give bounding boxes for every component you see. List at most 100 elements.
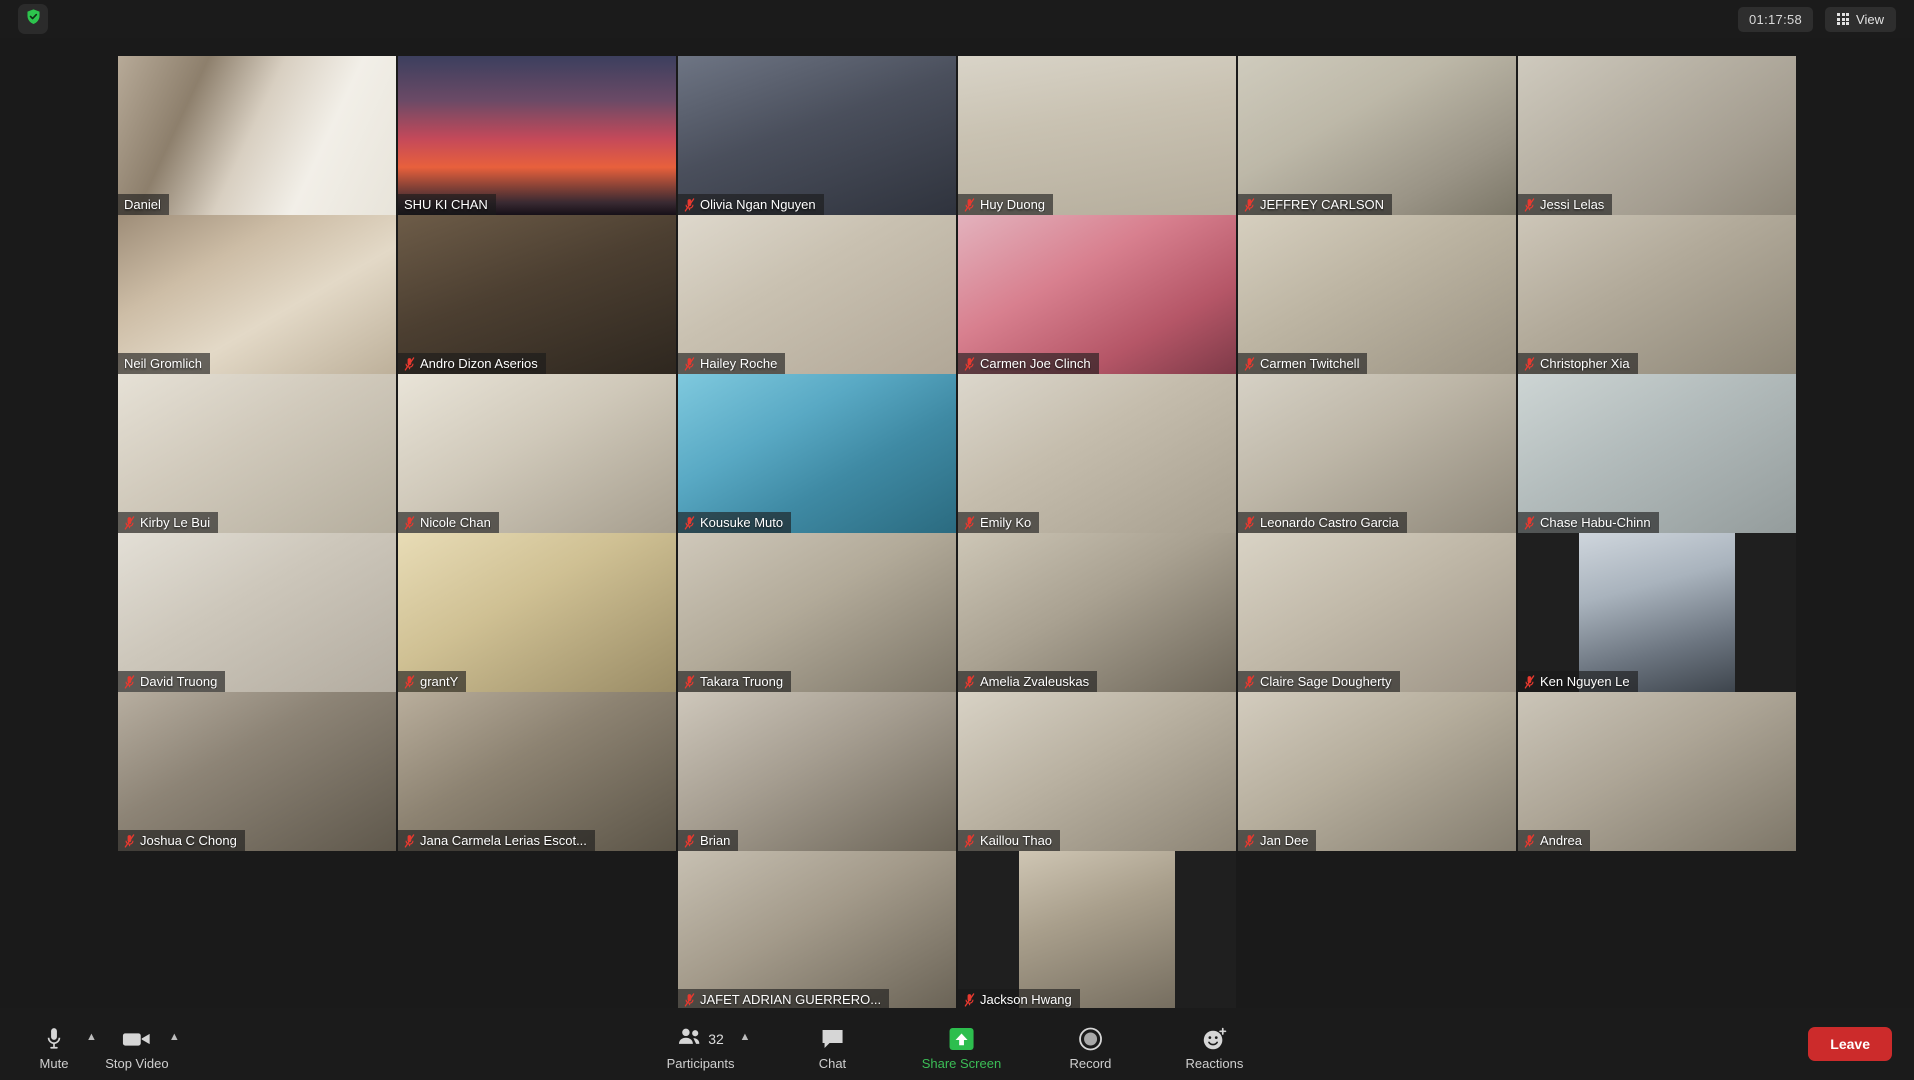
participant-video xyxy=(118,56,396,215)
participant-nameplate: Daniel xyxy=(118,194,169,215)
reactions-label: Reactions xyxy=(1185,1055,1244,1071)
participant-name: Kaillou Thao xyxy=(980,833,1053,848)
muted-microphone-icon xyxy=(1524,515,1535,530)
muted-microphone-icon xyxy=(964,674,975,689)
muted-microphone-icon xyxy=(684,833,695,848)
muted-microphone-icon xyxy=(964,992,975,1007)
participant-tile[interactable]: JAFET ADRIAN GUERRERO... xyxy=(678,851,956,1010)
participant-name: JEFFREY CARLSON xyxy=(1260,197,1385,212)
participant-tile[interactable]: Brian xyxy=(678,692,956,851)
participant-nameplate: Carmen Joe Clinch xyxy=(958,353,1099,374)
mute-label: Mute xyxy=(39,1055,69,1071)
participant-tile[interactable]: Joshua C Chong xyxy=(118,692,396,851)
participant-name: Jan Dee xyxy=(1260,833,1309,848)
meeting-toolbar: Mute ▲ Stop Video ▲ 32 Participants ▲ Ch… xyxy=(0,1008,1914,1080)
mute-button[interactable]: Mute xyxy=(18,1018,90,1071)
participant-tile[interactable]: Takara Truong xyxy=(678,533,956,692)
participant-tile[interactable]: Carmen Joe Clinch xyxy=(958,215,1236,374)
participant-tile[interactable]: Kaillou Thao xyxy=(958,692,1236,851)
participant-name: Kousuke Muto xyxy=(700,515,784,530)
participant-nameplate: Ken Nguyen Le xyxy=(1518,671,1638,692)
muted-microphone-icon xyxy=(1244,833,1255,848)
participant-tile[interactable]: Chase Habu-Chinn xyxy=(1518,374,1796,533)
stop-video-button[interactable]: Stop Video xyxy=(101,1018,173,1071)
participant-video xyxy=(118,215,396,374)
participant-name: Daniel xyxy=(124,197,161,212)
participant-name: Jessi Lelas xyxy=(1540,197,1605,212)
participant-tile[interactable]: Huy Duong xyxy=(958,56,1236,215)
participant-tile[interactable]: Hailey Roche xyxy=(678,215,956,374)
participant-video xyxy=(1579,533,1735,692)
participant-tile[interactable]: grantY xyxy=(398,533,676,692)
participant-video xyxy=(1518,374,1796,533)
tile-row: David Truong grantY Takara Truong Amelia Zv… xyxy=(0,533,1914,692)
participant-tile[interactable]: Jana Carmela Lerias Escot... xyxy=(398,692,676,851)
participant-tile[interactable]: Andro Dizon Aserios xyxy=(398,215,676,374)
participant-name: Takara Truong xyxy=(700,674,784,689)
participant-nameplate: Takara Truong xyxy=(678,671,792,692)
participants-options-chevron-icon[interactable]: ▲ xyxy=(740,1018,751,1043)
participant-nameplate: Kirby Le Bui xyxy=(118,512,219,533)
reactions-button[interactable]: Reactions xyxy=(1172,1018,1256,1071)
chat-button[interactable]: Chat xyxy=(796,1018,868,1071)
video-camera-icon xyxy=(122,1024,152,1054)
record-label: Record xyxy=(1069,1055,1112,1071)
participant-name: Joshua C Chong xyxy=(140,833,237,848)
muted-microphone-icon xyxy=(124,674,135,689)
participant-name: Kirby Le Bui xyxy=(140,515,211,530)
participant-nameplate: Jan Dee xyxy=(1238,830,1317,851)
share-screen-button[interactable]: Share Screen xyxy=(914,1018,1008,1071)
participant-tile[interactable]: Kousuke Muto xyxy=(678,374,956,533)
audio-options-chevron-icon[interactable]: ▲ xyxy=(86,1018,97,1043)
participant-tile[interactable]: Nicole Chan xyxy=(398,374,676,533)
participant-nameplate: Jessi Lelas xyxy=(1518,194,1613,215)
participant-tile[interactable]: David Truong xyxy=(118,533,396,692)
participant-name: Olivia Ngan Nguyen xyxy=(700,197,816,212)
participant-tile[interactable]: Christopher Xia xyxy=(1518,215,1796,374)
participant-tile[interactable]: Daniel xyxy=(118,56,396,215)
participant-tile[interactable]: Carmen Twitchell xyxy=(1238,215,1516,374)
participant-video xyxy=(1238,215,1516,374)
view-button-label: View xyxy=(1856,11,1884,27)
muted-microphone-icon xyxy=(1244,674,1255,689)
participant-tile[interactable]: JEFFREY CARLSON xyxy=(1238,56,1516,215)
participant-tile[interactable]: Jessi Lelas xyxy=(1518,56,1796,215)
view-button[interactable]: View xyxy=(1825,6,1896,32)
participant-video xyxy=(678,533,956,692)
participant-name: Emily Ko xyxy=(980,515,1032,530)
participant-tile[interactable]: Ken Nguyen Le xyxy=(1518,533,1796,692)
participant-tile[interactable]: Amelia Zvaleuskas xyxy=(958,533,1236,692)
participant-name: Amelia Zvaleuskas xyxy=(980,674,1090,689)
participant-name: Carmen Joe Clinch xyxy=(980,356,1091,371)
record-button[interactable]: Record xyxy=(1054,1018,1126,1071)
participant-video xyxy=(958,374,1236,533)
participant-nameplate: Jackson Hwang xyxy=(958,989,1080,1010)
participant-tile[interactable]: Neil Gromlich xyxy=(118,215,396,374)
participant-tile[interactable]: Olivia Ngan Nguyen xyxy=(678,56,956,215)
participants-button[interactable]: 32 Participants xyxy=(658,1018,744,1071)
participant-tile[interactable]: Kirby Le Bui xyxy=(118,374,396,533)
participant-nameplate: Leonardo Castro Garcia xyxy=(1238,512,1407,533)
participant-name: Hailey Roche xyxy=(700,356,778,371)
muted-microphone-icon xyxy=(684,197,695,212)
participant-tile[interactable]: Jan Dee xyxy=(1238,692,1516,851)
participant-tile[interactable]: Claire Sage Dougherty xyxy=(1238,533,1516,692)
participant-tile[interactable]: SHU KI CHAN xyxy=(398,56,676,215)
video-options-chevron-icon[interactable]: ▲ xyxy=(169,1018,180,1043)
participant-gallery: Daniel SHU KI CHAN Olivia Ngan Nguyen Huy D… xyxy=(0,56,1914,1010)
participant-video xyxy=(958,692,1236,851)
participant-nameplate: Nicole Chan xyxy=(398,512,499,533)
participant-video xyxy=(1238,692,1516,851)
muted-microphone-icon xyxy=(124,515,135,530)
participant-tile[interactable]: Emily Ko xyxy=(958,374,1236,533)
participant-tile[interactable]: Jackson Hwang xyxy=(958,851,1236,1010)
leave-button[interactable]: Leave xyxy=(1808,1027,1892,1061)
participant-nameplate: David Truong xyxy=(118,671,226,692)
security-shield-badge[interactable] xyxy=(18,4,48,34)
participant-nameplate: Jana Carmela Lerias Escot... xyxy=(398,830,595,851)
participant-tile[interactable]: Andrea xyxy=(1518,692,1796,851)
share-screen-label: Share Screen xyxy=(921,1055,1002,1071)
participant-tile[interactable]: Leonardo Castro Garcia xyxy=(1238,374,1516,533)
participant-video xyxy=(678,374,956,533)
meeting-timer: 01:17:58 xyxy=(1738,6,1814,32)
